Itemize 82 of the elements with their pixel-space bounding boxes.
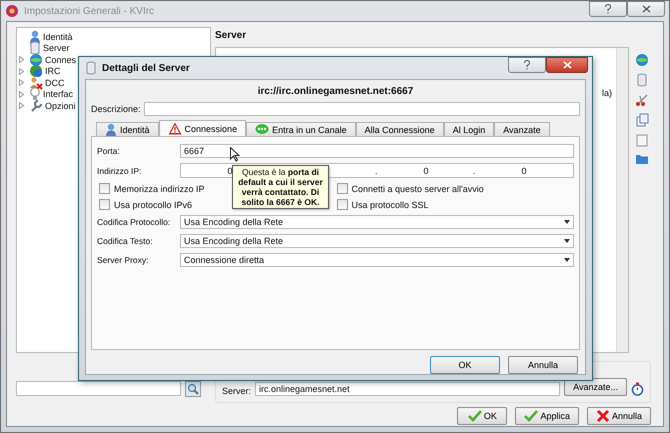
cursor-icon bbox=[230, 147, 240, 162]
cross-icon bbox=[596, 410, 610, 422]
help-icon bbox=[604, 4, 612, 14]
close-icon bbox=[562, 61, 572, 69]
combo-label: Codifica Protocollo: bbox=[97, 217, 172, 227]
combo-label: Codifica Testo: bbox=[97, 236, 154, 246]
advanced-button[interactable]: Avanzate... bbox=[564, 378, 627, 396]
server-icon bbox=[29, 41, 41, 56]
close-button[interactable] bbox=[546, 57, 588, 73]
copy-icon[interactable] bbox=[636, 113, 648, 127]
close-icon bbox=[642, 5, 650, 13]
window-title: Impostazioni Generali - KVIrc bbox=[24, 6, 154, 16]
tab[interactable]: Avanzate bbox=[494, 122, 550, 136]
description-field[interactable] bbox=[144, 102, 580, 116]
chat-icon bbox=[255, 123, 270, 136]
tree-item[interactable]: Interfac bbox=[43, 89, 74, 100]
server-label: Server: bbox=[222, 386, 252, 396]
dropdown[interactable]: Usa Encoding della Rete bbox=[180, 234, 574, 248]
check-icon bbox=[524, 410, 538, 422]
checkbox[interactable] bbox=[99, 183, 110, 194]
dropdown-arrow-icon bbox=[564, 220, 570, 224]
checkbox-label: Usa protocollo IPv6 bbox=[114, 200, 192, 210]
globe-icon bbox=[29, 64, 43, 78]
confirm-button[interactable]: Applica bbox=[515, 407, 579, 425]
dropdown[interactable]: Usa Encoding della Rete bbox=[180, 215, 574, 229]
search-icon bbox=[187, 383, 199, 395]
globe-icon[interactable] bbox=[635, 53, 649, 67]
port-label: Porta: bbox=[97, 146, 121, 156]
port-field[interactable]: 6667 bbox=[180, 144, 574, 158]
dropdown-arrow-icon bbox=[564, 258, 570, 262]
people-icon bbox=[29, 76, 43, 90]
checkbox-label: Usa protocollo SSL bbox=[352, 200, 429, 210]
paste-icon[interactable] bbox=[636, 133, 648, 147]
help-button[interactable] bbox=[508, 57, 546, 73]
dialog-title: Dettagli del Server bbox=[102, 62, 190, 74]
scissors-icon[interactable] bbox=[635, 93, 649, 107]
list-cell-text: la) bbox=[602, 88, 612, 100]
ok-button[interactable]: OK bbox=[430, 356, 500, 374]
folder-icon[interactable] bbox=[635, 153, 649, 165]
checkbox-label: Memorizza indirizzo IP bbox=[114, 184, 205, 194]
help-button[interactable] bbox=[589, 1, 627, 17]
checkbox[interactable] bbox=[99, 199, 110, 210]
app-icon bbox=[5, 4, 19, 18]
close-button[interactable] bbox=[627, 1, 665, 17]
tab[interactable]: Entra in un Canale bbox=[246, 122, 356, 136]
tooltip: Questa è la porta di default a cui il server verrà contattato. Di solito la 6667 è OK. bbox=[232, 165, 329, 209]
cancel-button[interactable]: Annulla bbox=[586, 407, 651, 425]
tab[interactable]: Alla Connessione bbox=[356, 122, 444, 136]
clock-icon[interactable] bbox=[631, 382, 644, 396]
tree-item[interactable]: IRC bbox=[45, 66, 60, 76]
description-label: Descrizione: bbox=[91, 104, 141, 114]
help-icon bbox=[523, 60, 531, 70]
dropdown[interactable]: Connessione diretta bbox=[180, 253, 574, 267]
checkbox-label: Connetti a questo server all'avvio bbox=[352, 184, 484, 194]
cancel-button[interactable]: Annulla bbox=[508, 356, 578, 374]
search-field[interactable] bbox=[16, 381, 181, 396]
checkbox[interactable] bbox=[336, 183, 348, 194]
server-url: irc://irc.onlinegamesnet.net:6667 bbox=[256, 85, 414, 99]
tab[interactable]: Al Login bbox=[444, 122, 494, 136]
confirm-button[interactable]: OK bbox=[457, 407, 508, 425]
section-heading: Server bbox=[215, 29, 248, 43]
combo-label: Server Proxy: bbox=[97, 255, 150, 265]
search-button[interactable] bbox=[185, 381, 201, 397]
tree-item[interactable]: Identità bbox=[43, 32, 73, 42]
checkbox[interactable] bbox=[336, 199, 348, 210]
tree-item[interactable]: DCC bbox=[45, 78, 64, 88]
person-icon bbox=[105, 122, 117, 136]
server-icon[interactable] bbox=[636, 73, 648, 87]
globe-icon bbox=[29, 52, 43, 67]
tree-item[interactable]: Opzioni bbox=[45, 100, 76, 111]
tab[interactable]: Identità bbox=[96, 122, 159, 136]
server-field[interactable]: irc.onlinegamesnet.net bbox=[255, 382, 560, 396]
check-icon bbox=[468, 410, 482, 422]
server-icon bbox=[85, 61, 97, 75]
tab[interactable]: Connessione bbox=[158, 120, 246, 136]
wrench-icon bbox=[29, 98, 43, 113]
ip-label: Indirizzo IP: bbox=[97, 166, 142, 176]
scrollbar[interactable] bbox=[616, 48, 628, 352]
dropdown-arrow-icon bbox=[564, 239, 570, 243]
tree-item[interactable]: Connes bbox=[45, 54, 76, 65]
lightbulb-icon bbox=[29, 87, 41, 102]
tree-item[interactable]: Server bbox=[43, 43, 70, 54]
